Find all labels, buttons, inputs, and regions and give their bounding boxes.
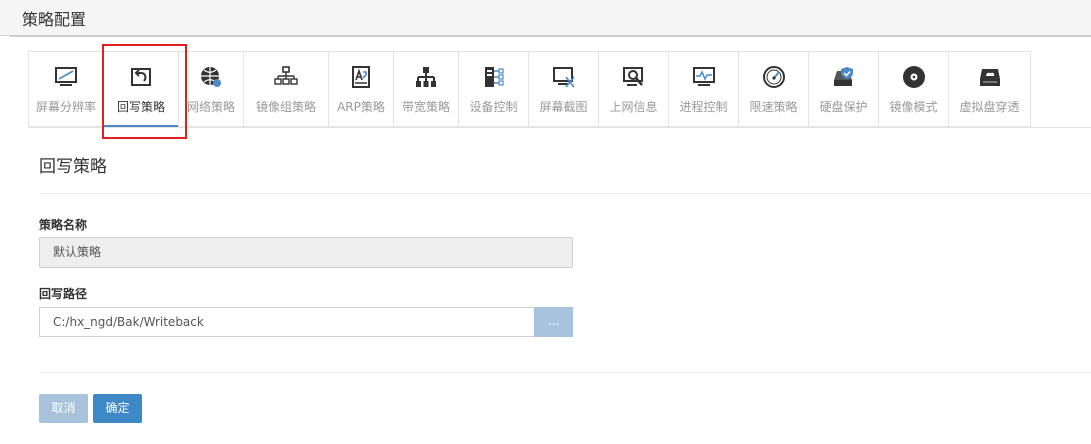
tab-image-mode[interactable]: 镜像模式: [878, 51, 948, 127]
section-title: 回写策略: [39, 157, 107, 177]
writeback-path-label: 回写路径: [39, 287, 88, 301]
arp-book-icon: [352, 66, 370, 88]
image-group-icon: [274, 66, 298, 85]
process-monitor-icon: [692, 67, 715, 86]
tab-screen-resolution[interactable]: 屏幕分辨率: [28, 51, 103, 127]
tab-label: 屏幕分辨率: [35, 100, 96, 114]
tab-label: ARP策略: [337, 100, 385, 114]
tab-speed-limit[interactable]: 限速策略: [738, 51, 808, 127]
title-divider: [10, 35, 1091, 37]
tab-process-control[interactable]: 进程控制: [668, 51, 738, 127]
device-control-icon: [484, 67, 504, 87]
disc-icon: [902, 66, 925, 88]
tab-bandwidth[interactable]: 带宽策略: [393, 51, 458, 127]
policy-tabs: 屏幕分辨率 回写策略 网络策略 镜像组策略 ARP策略 带宽策略 设备控制 屏幕…: [28, 51, 1091, 127]
tab-label: 设备控制: [469, 100, 518, 114]
tab-disk-protect[interactable]: 硬盘保护: [808, 51, 878, 127]
tab-label: 镜像模式: [889, 100, 938, 114]
policy-name-label: 策略名称: [39, 218, 88, 232]
tab-network[interactable]: 网络策略: [178, 51, 243, 127]
writeback-path-input[interactable]: C:/hx_ngd/Bak/Writeback: [39, 307, 535, 337]
tab-label: 带宽策略: [401, 100, 450, 114]
tab-internet-info[interactable]: 上网信息: [598, 51, 668, 127]
monitor-resolution-icon: [55, 67, 77, 86]
tab-label: 回写策略: [116, 100, 165, 114]
internet-info-icon: [622, 67, 643, 86]
tab-label: 虚拟盘穿透: [959, 100, 1020, 114]
virtual-disk-icon: [979, 69, 1000, 86]
tab-label: 限速策略: [749, 100, 798, 114]
network-globe-icon: [201, 67, 221, 87]
tab-label: 网络策略: [186, 100, 235, 114]
tab-label: 镜像组策略: [255, 100, 316, 114]
tab-label: 屏幕截图: [539, 100, 588, 114]
tab-writeback[interactable]: 回写策略: [103, 51, 178, 127]
disk-protect-icon: [833, 67, 853, 86]
form-divider: [39, 372, 1091, 373]
screenshot-icon: [552, 67, 575, 88]
tab-screenshot[interactable]: 屏幕截图: [528, 51, 598, 127]
tabs-divider: [28, 127, 1091, 128]
policy-name-field: 默认策略: [39, 237, 573, 268]
cancel-button[interactable]: 取消: [39, 394, 88, 423]
tab-virtual-disk[interactable]: 虚拟盘穿透: [948, 51, 1031, 127]
writeback-icon: [131, 68, 151, 86]
ok-button[interactable]: 确定: [93, 394, 142, 423]
section-divider: [39, 193, 1091, 194]
tab-label: 上网信息: [609, 100, 658, 114]
tab-label: 进程控制: [679, 100, 728, 114]
speed-gauge-icon: [762, 66, 785, 88]
tab-image-group[interactable]: 镜像组策略: [243, 51, 328, 127]
top-bar: 策略配置: [0, 0, 1091, 36]
page-title: 策略配置: [22, 10, 87, 29]
bandwidth-tree-icon: [416, 67, 436, 87]
tab-arp[interactable]: ARP策略: [328, 51, 393, 127]
tab-device-control[interactable]: 设备控制: [458, 51, 528, 127]
browse-button[interactable]: ...: [534, 307, 573, 337]
tab-label: 硬盘保护: [819, 100, 868, 114]
